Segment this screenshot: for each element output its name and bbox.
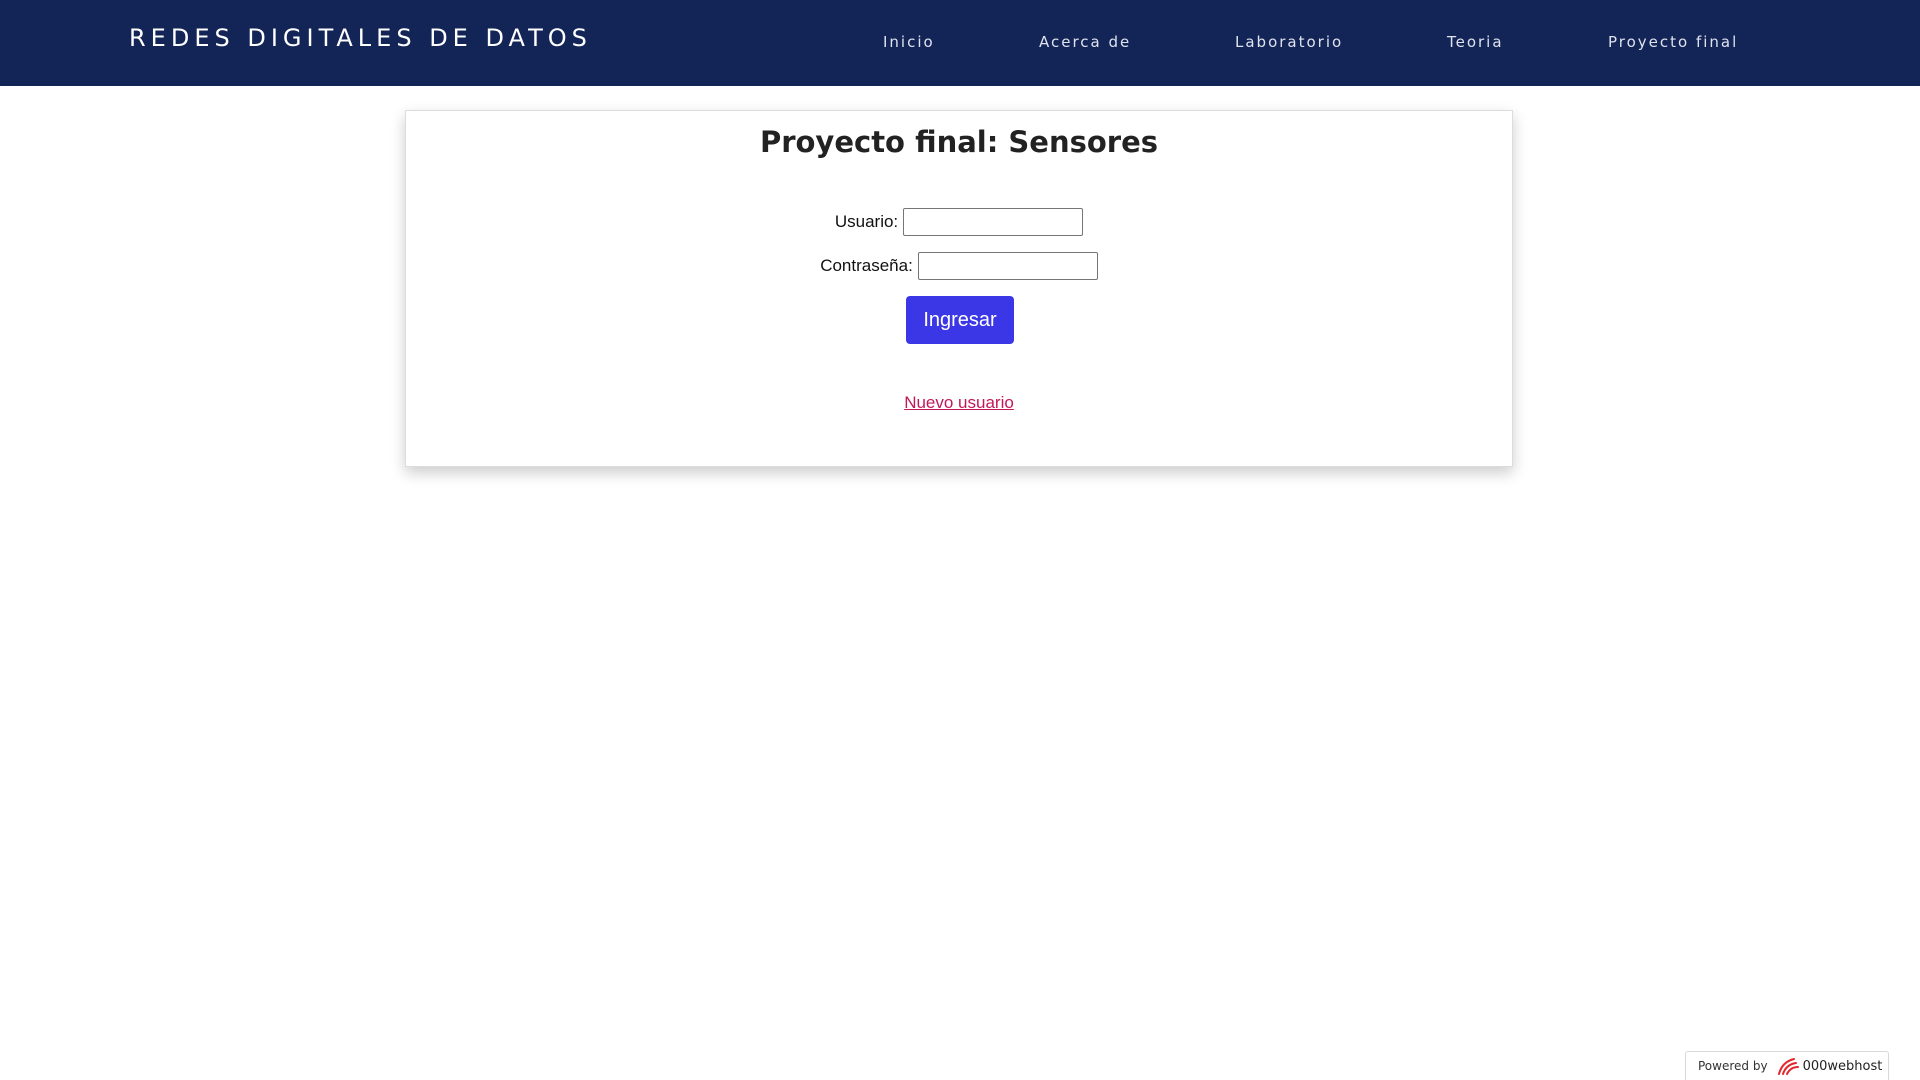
powered-by-badge[interactable]: Powered by 000webhost — [1685, 1051, 1889, 1080]
nav-item-teoria[interactable]: Teoria — [1447, 33, 1504, 51]
site-brand[interactable]: REDES DIGITALES DE DATOS — [129, 24, 592, 52]
nav-item-laboratorio[interactable]: Laboratorio — [1235, 33, 1343, 51]
login-card: Proyecto final: Sensores Usuario: Contra… — [405, 110, 1513, 467]
password-input[interactable] — [917, 252, 1098, 280]
000webhost-logo-icon — [1776, 1056, 1800, 1076]
username-label: Usuario: — [834, 212, 899, 231]
username-input[interactable] — [903, 208, 1084, 236]
ingresar-button[interactable]: Ingresar — [906, 296, 1014, 344]
powered-by-text: Powered by — [1698, 1059, 1768, 1073]
new-user-link-container: Nuevo usuario — [406, 393, 1512, 413]
nav-item-proyecto-final[interactable]: Proyecto final — [1608, 33, 1738, 51]
nav-item-acerca-de[interactable]: Acerca de — [1039, 33, 1131, 51]
page-title: Proyecto final: Sensores — [759, 125, 1159, 159]
top-navbar: REDES DIGITALES DE DATOS Inicio Acerca d… — [0, 0, 1920, 86]
password-label: Contraseña: — [820, 256, 913, 275]
username-row: Usuario: — [406, 208, 1512, 236]
new-user-link[interactable]: Nuevo usuario — [904, 393, 1014, 412]
nav-item-inicio[interactable]: Inicio — [883, 33, 935, 51]
password-row: Contraseña: — [406, 252, 1512, 280]
host-name: 000webhost — [1802, 1058, 1883, 1074]
